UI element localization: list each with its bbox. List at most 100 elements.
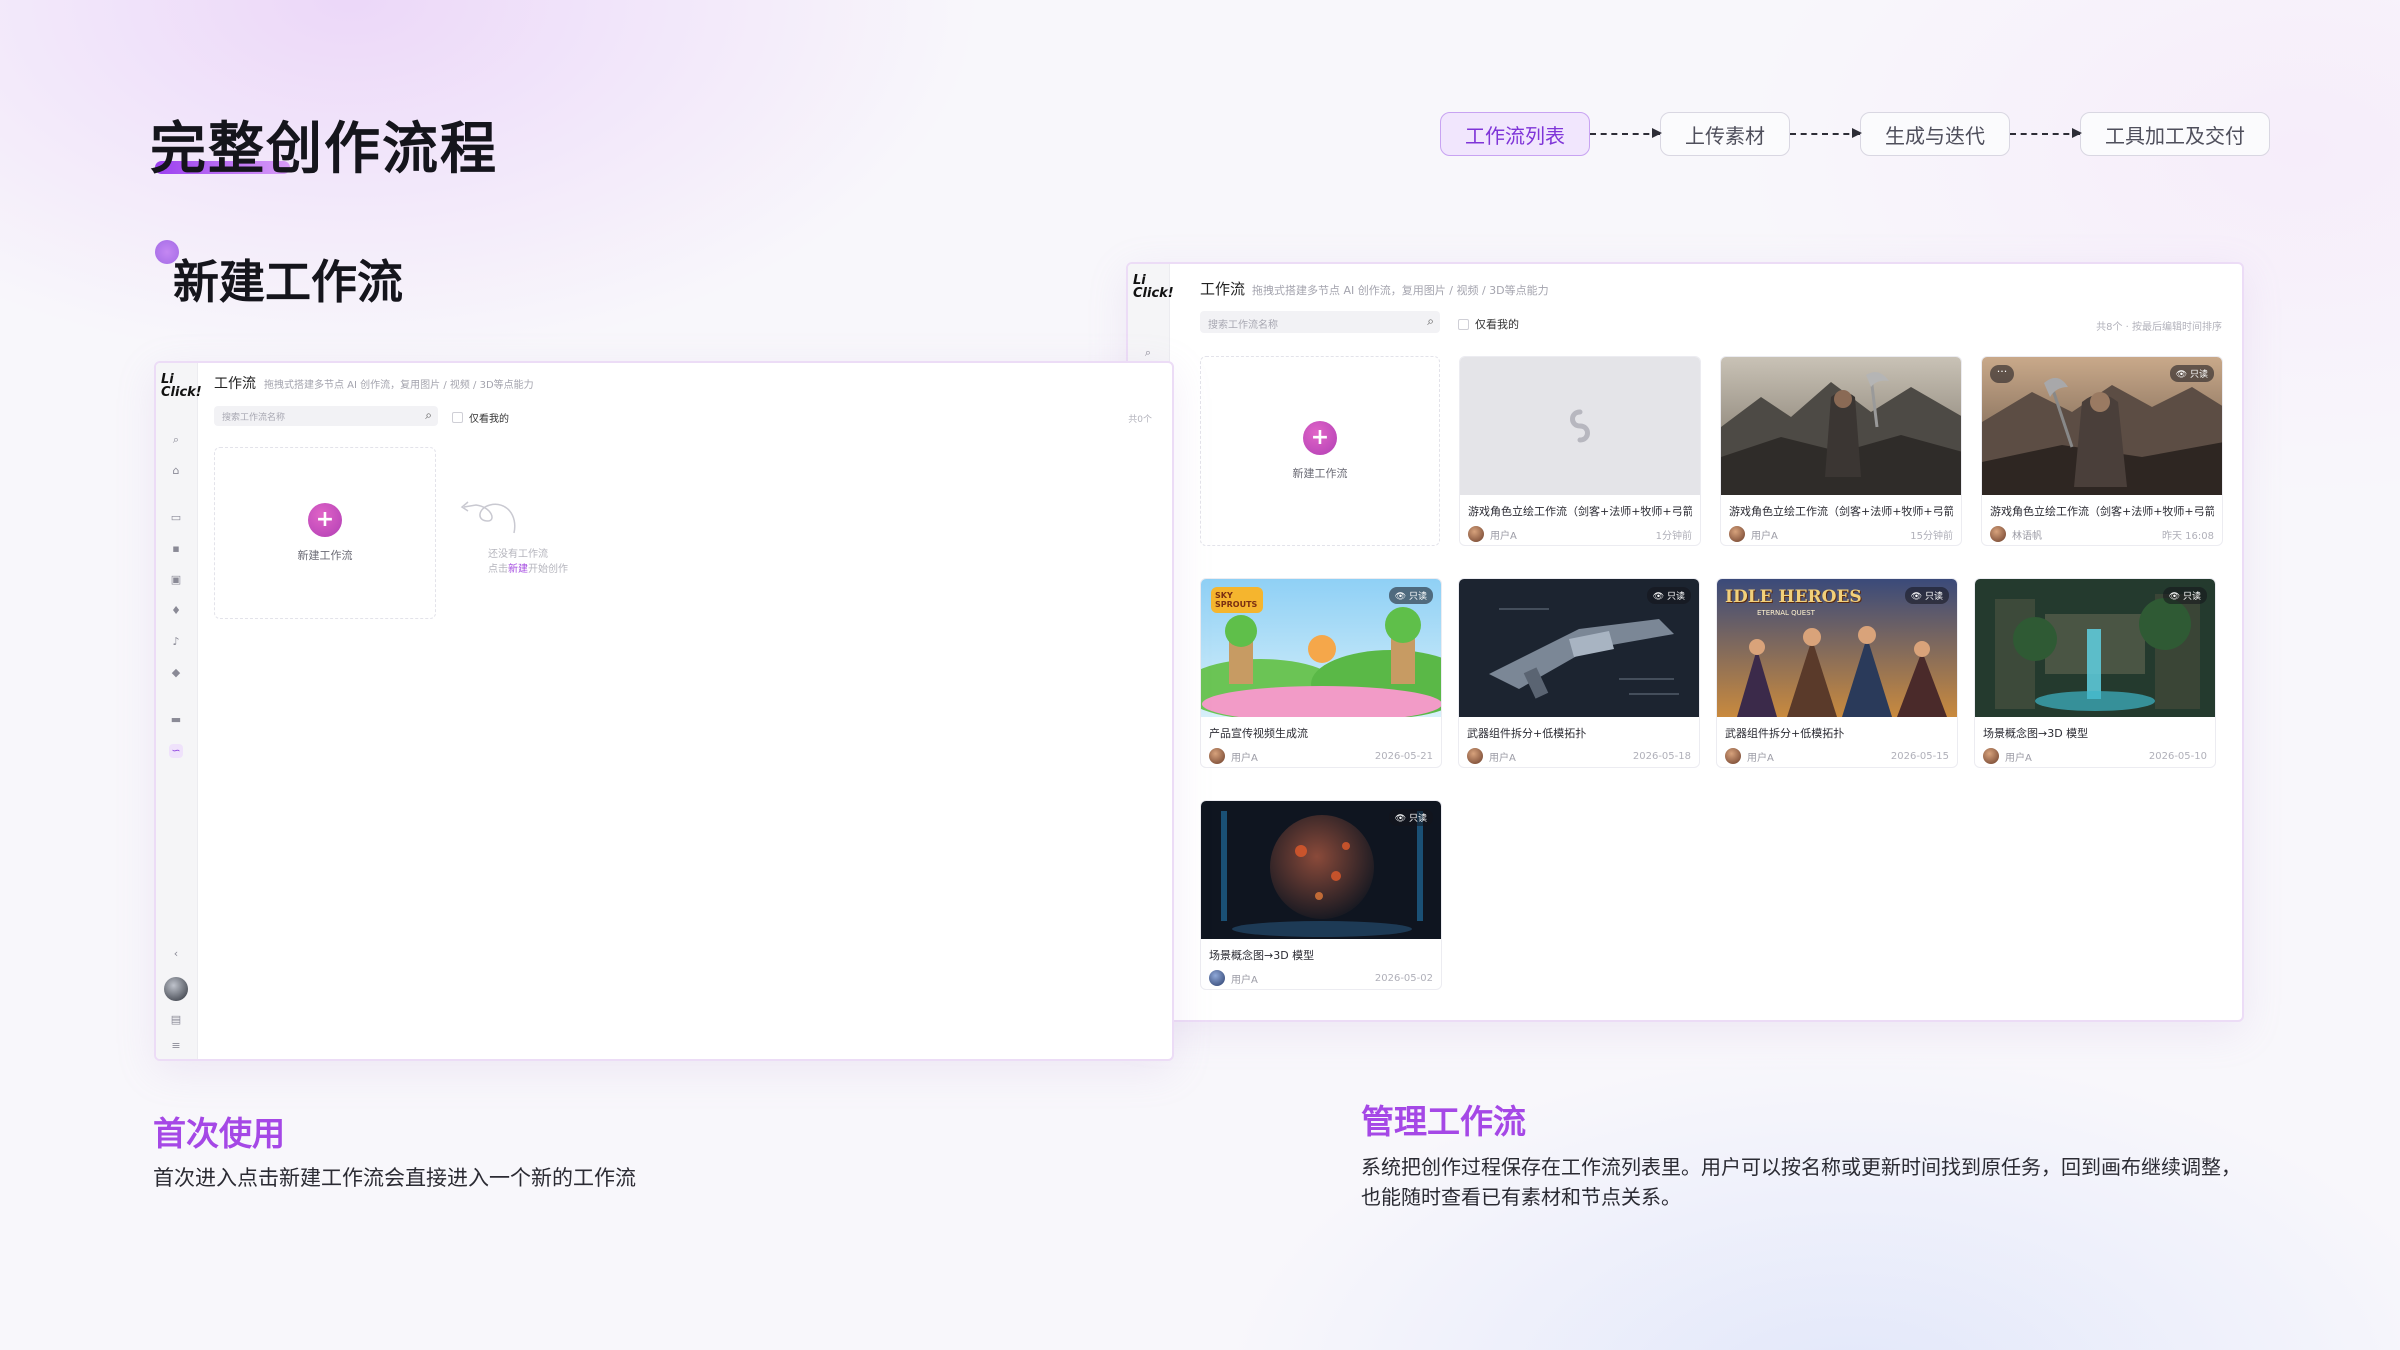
folder-icon[interactable]: ▬ bbox=[169, 713, 183, 727]
card-user: 林语帆 bbox=[2012, 530, 2042, 542]
card-title: 武器组件拆分+低模拓扑 bbox=[1725, 727, 1845, 740]
plus-icon: + bbox=[1303, 421, 1337, 455]
card-meta: 用户A 2026-05-18 bbox=[1467, 747, 1691, 765]
workflow-card[interactable]: SKY SPROUTS 👁 只读 产品宣传视频生成流 用户A 2026-05-2… bbox=[1200, 578, 1442, 768]
card-title: 武器组件拆分+低模拓扑 bbox=[1467, 727, 1587, 740]
readonly-badge: 👁 只读 bbox=[1388, 587, 1433, 604]
search-input[interactable]: 搜索工作流名称 ⌕ bbox=[1200, 311, 1440, 333]
only-mine-label: 仅看我的 bbox=[1475, 318, 1519, 331]
card-title: 场景概念图→3D 模型 bbox=[1209, 949, 1315, 962]
flow-arrow bbox=[1790, 128, 1862, 138]
badge-label: 只读 bbox=[1666, 592, 1685, 602]
step-generate-iterate[interactable]: 生成与迭代 bbox=[1860, 112, 2010, 156]
workflow-card[interactable]: ··· 👁 只读 游戏角色立绘工作流（剑客+法师+牧师+弓箭... 林语帆 昨天… bbox=[1981, 356, 2223, 546]
readonly-badge: 👁 只读 bbox=[1904, 587, 1949, 604]
workflow-card[interactable]: 👁 只读 武器组件拆分+低模拓扑 用户A 2026-05-18 bbox=[1458, 578, 1700, 768]
sphere-scene-thumbnail: 👁 只读 bbox=[1201, 801, 1441, 939]
empty-workflow-window: Li Click! ⌕ ⌂ ▭ ▪ ▣ ♦ ♪ ◆ ▬ ∽ ‹ ▤ ≡ 工作流 … bbox=[154, 361, 1174, 1061]
window-subtitle: 拖拽式搭建多节点 AI 创作流，复用图片 / 视频 / 3D等点能力 bbox=[1252, 284, 1549, 297]
card-user: 用户A bbox=[1231, 752, 1258, 764]
card-meta: 用户A 15分钟前 bbox=[1729, 525, 1953, 543]
workflow-card[interactable]: 游戏角色立绘工作流（剑客+法师+牧师+弓箭... 用户A 1分钟前 bbox=[1459, 356, 1701, 546]
avatar bbox=[1990, 526, 2006, 542]
flow-steps: 工作流列表 上传素材 生成与迭代 工具加工及交付 bbox=[1440, 112, 2270, 156]
hint-suffix: 开始创作 bbox=[528, 564, 568, 575]
search-icon[interactable]: ⌕ bbox=[1141, 346, 1155, 360]
card-title: 场景概念图→3D 模型 bbox=[1983, 727, 2089, 740]
card-meta: 用户A 1分钟前 bbox=[1468, 525, 1692, 543]
workflow-card[interactable]: 👁 只读 场景概念图→3D 模型 用户A 2026-05-10 bbox=[1974, 578, 2216, 768]
card-time: 2026-05-21 bbox=[1374, 750, 1433, 762]
avatar bbox=[1983, 748, 1999, 764]
step-tools-delivery[interactable]: 工具加工及交付 bbox=[2080, 112, 2270, 156]
avatar bbox=[1468, 526, 1484, 542]
hint-new-link[interactable]: 新建 bbox=[508, 564, 528, 575]
cube-icon[interactable]: ◆ bbox=[169, 666, 183, 680]
badge-label: 只读 bbox=[1408, 592, 1427, 602]
game-logo-text: SKY SPROUTS bbox=[1215, 591, 1258, 609]
search-input[interactable]: 搜索工作流名称 ⌕ bbox=[214, 406, 438, 426]
home-icon[interactable]: ⌂ bbox=[169, 464, 183, 478]
menu-icon[interactable]: ≡ bbox=[169, 1039, 183, 1053]
book-icon[interactable]: ▤ bbox=[169, 1013, 183, 1027]
card-time: 2026-05-15 bbox=[1890, 750, 1949, 762]
game-scene-thumbnail: SKY SPROUTS 👁 只读 bbox=[1201, 579, 1441, 717]
card-meta: 用户A 2026-05-15 bbox=[1725, 747, 1949, 765]
only-mine-checkbox[interactable]: 仅看我的 bbox=[1458, 316, 1519, 332]
step-workflow-list[interactable]: 工作流列表 bbox=[1440, 112, 1590, 156]
card-title: 游戏角色立绘工作流（剑客+法师+牧师+弓箭... bbox=[1468, 505, 1692, 518]
new-workflow-label: 新建工作流 bbox=[297, 549, 353, 562]
card-time: 2026-05-02 bbox=[1374, 972, 1433, 984]
manage-text-line2: 也能随时查看已有素材和节点关系。 bbox=[1361, 1185, 1681, 1209]
link-icon bbox=[1570, 409, 1590, 443]
window-subtitle: 拖拽式搭建多节点 AI 创作流，复用图片 / 视频 / 3D等点能力 bbox=[264, 380, 534, 391]
manage-title: 管理工作流 bbox=[1361, 1102, 1526, 1141]
card-meta: 用户A 2026-05-10 bbox=[1983, 747, 2207, 765]
flow-arrow bbox=[2010, 128, 2082, 138]
more-options-icon[interactable]: ··· bbox=[1990, 365, 2014, 383]
readonly-badge: 👁 只读 bbox=[2162, 587, 2207, 604]
new-workflow-label: 新建工作流 bbox=[1292, 467, 1348, 480]
workflow-card[interactable]: 👁 只读 场景概念图→3D 模型 用户A 2026-05-02 bbox=[1200, 800, 1442, 990]
video-icon[interactable]: ▣ bbox=[169, 573, 183, 587]
flow-arrow bbox=[1590, 128, 1662, 138]
card-user: 用户A bbox=[1490, 530, 1517, 542]
card-user: 用户A bbox=[1489, 752, 1516, 764]
card-user: 用户A bbox=[2005, 752, 2032, 764]
search-icon[interactable]: ⌕ bbox=[169, 433, 183, 447]
section-title: 新建工作流 bbox=[173, 255, 403, 309]
workflow-card[interactable]: IDLE HEROES ETERNAL QUEST 👁 只读 武器组件拆分+低模… bbox=[1716, 578, 1958, 768]
translate-icon[interactable]: ‹ bbox=[169, 947, 183, 961]
card-title: 产品宣传视频生成流 bbox=[1209, 727, 1308, 740]
only-mine-label: 仅看我的 bbox=[469, 414, 509, 425]
game-logo-text: IDLE HEROES bbox=[1725, 587, 1862, 607]
workflow-count: 共0个 bbox=[1128, 415, 1152, 425]
checkbox-box bbox=[452, 412, 463, 423]
avatar bbox=[1209, 748, 1225, 764]
step-upload-assets[interactable]: 上传素材 bbox=[1660, 112, 1790, 156]
image-icon[interactable]: ▭ bbox=[169, 511, 183, 525]
manage-text-line1: 系统把创作过程保存在工作流列表里。用户可以按名称或更新时间找到原任务，回到画布继… bbox=[1361, 1155, 2241, 1179]
microphone-icon[interactable]: ♦ bbox=[169, 604, 183, 618]
chat-icon[interactable]: ▪ bbox=[169, 542, 183, 556]
card-user: 用户A bbox=[1231, 974, 1258, 986]
user-avatar[interactable] bbox=[164, 977, 188, 1001]
workflow-card[interactable]: 游戏角色立绘工作流（剑客+法师+牧师+弓箭... 用户A 15分钟前 bbox=[1720, 356, 1962, 546]
empty-hint: 还没有工作流 点击新建开始创作 bbox=[488, 547, 568, 577]
music-icon[interactable]: ♪ bbox=[169, 635, 183, 649]
avatar bbox=[1209, 970, 1225, 986]
card-title: 游戏角色立绘工作流（剑客+法师+牧师+弓箭... bbox=[1990, 505, 2214, 518]
only-mine-checkbox[interactable]: 仅看我的 bbox=[452, 410, 509, 425]
card-user: 用户A bbox=[1751, 530, 1778, 542]
page-title: 完整创作流程 bbox=[150, 117, 498, 182]
badge-label: 只读 bbox=[1408, 814, 1427, 824]
card-meta: 林语帆 昨天 16:08 bbox=[1990, 525, 2214, 543]
card-user: 用户A bbox=[1747, 752, 1774, 764]
new-workflow-card[interactable]: + 新建工作流 bbox=[1200, 356, 1440, 546]
weapon-blueprint-thumbnail: 👁 只读 bbox=[1459, 579, 1699, 717]
workflow-icon[interactable]: ∽ bbox=[169, 744, 183, 758]
workflow-list-window: Li Click! ⌕ 工作流 拖拽式搭建多节点 AI 创作流，复用图片 / 视… bbox=[1126, 262, 2244, 1022]
new-workflow-card[interactable]: + 新建工作流 bbox=[214, 447, 436, 619]
card-meta: 用户A 2026-05-21 bbox=[1209, 747, 1433, 765]
ruins-scene-thumbnail: 👁 只读 bbox=[1975, 579, 2215, 717]
